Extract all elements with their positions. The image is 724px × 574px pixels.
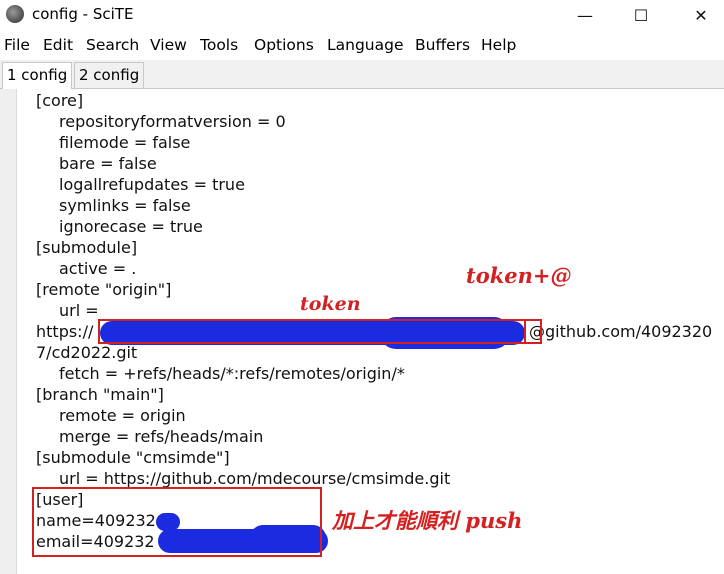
close-icon: ✕ — [694, 5, 708, 25]
tab-1-config[interactable]: 1 config — [2, 62, 73, 89]
push-annotation: 加上才能順利 push — [332, 508, 523, 533]
code-line: url = https://github.com/mdecourse/cmsim… — [59, 469, 451, 488]
menu-language[interactable]: Language — [327, 36, 404, 54]
code-line: 7/cd2022.git — [36, 343, 138, 362]
code-line: [core] — [36, 91, 84, 110]
menu-tools[interactable]: Tools — [200, 36, 238, 54]
minimize-icon: — — [577, 5, 593, 25]
editor-pane[interactable]: [core] repositoryformatversion = 0 filem… — [0, 89, 724, 574]
buffer-tab-strip: 1 config 2 config — [0, 60, 724, 89]
code-line: remote = origin — [59, 406, 186, 425]
token-at-annotation: token+@ — [466, 263, 572, 288]
code-line: filemode = false — [59, 133, 191, 152]
scite-app-icon — [6, 5, 24, 23]
code-line: active = . — [59, 259, 137, 278]
menu-bar: File Edit Search View Tools Options Lang… — [0, 34, 724, 58]
maximize-icon: ☐ — [633, 5, 649, 25]
tab-2-config[interactable]: 2 config — [74, 62, 145, 88]
editor-margin — [0, 89, 17, 574]
at-sign-highlight-box — [524, 319, 542, 344]
minimize-button[interactable]: — — [562, 0, 608, 30]
tab-label: 1 config — [7, 66, 68, 84]
menu-options[interactable]: Options — [254, 36, 314, 54]
code-line: merge = refs/heads/main — [59, 427, 264, 446]
code-line: [remote "origin"] — [36, 280, 172, 299]
code-line: [submodule "cmsimde"] — [36, 448, 230, 467]
code-line: [submodule] — [36, 238, 138, 257]
menu-edit[interactable]: Edit — [43, 36, 73, 54]
code-line: [branch "main"] — [36, 385, 164, 404]
menu-buffers[interactable]: Buffers — [415, 36, 470, 54]
window-title: config - SciTE — [32, 5, 134, 23]
code-line: fetch = +refs/heads/*:refs/remotes/origi… — [59, 364, 405, 383]
code-line: bare = false — [59, 154, 157, 173]
token-annotation: token — [300, 293, 361, 315]
code-line-url-start: https:// — [36, 322, 94, 341]
close-button[interactable]: ✕ — [678, 0, 724, 30]
menu-search[interactable]: Search — [86, 36, 139, 54]
code-line: repositoryformatversion = 0 — [59, 112, 286, 131]
menu-help[interactable]: Help — [481, 36, 516, 54]
user-section-highlight-box — [32, 487, 322, 557]
token-highlight-box — [98, 319, 526, 344]
code-line: logallrefupdates = true — [59, 175, 245, 194]
tab-label: 2 config — [79, 66, 140, 84]
code-line-url-end: @github.com/4092320 — [529, 322, 713, 341]
menu-file[interactable]: File — [4, 36, 30, 54]
code-line: symlinks = false — [59, 196, 191, 215]
maximize-button[interactable]: ☐ — [618, 0, 664, 30]
menu-view[interactable]: View — [150, 36, 187, 54]
title-bar: config - SciTE — ☐ ✕ — [0, 0, 724, 30]
code-line: url = — [59, 301, 99, 320]
code-line: ignorecase = true — [59, 217, 203, 236]
